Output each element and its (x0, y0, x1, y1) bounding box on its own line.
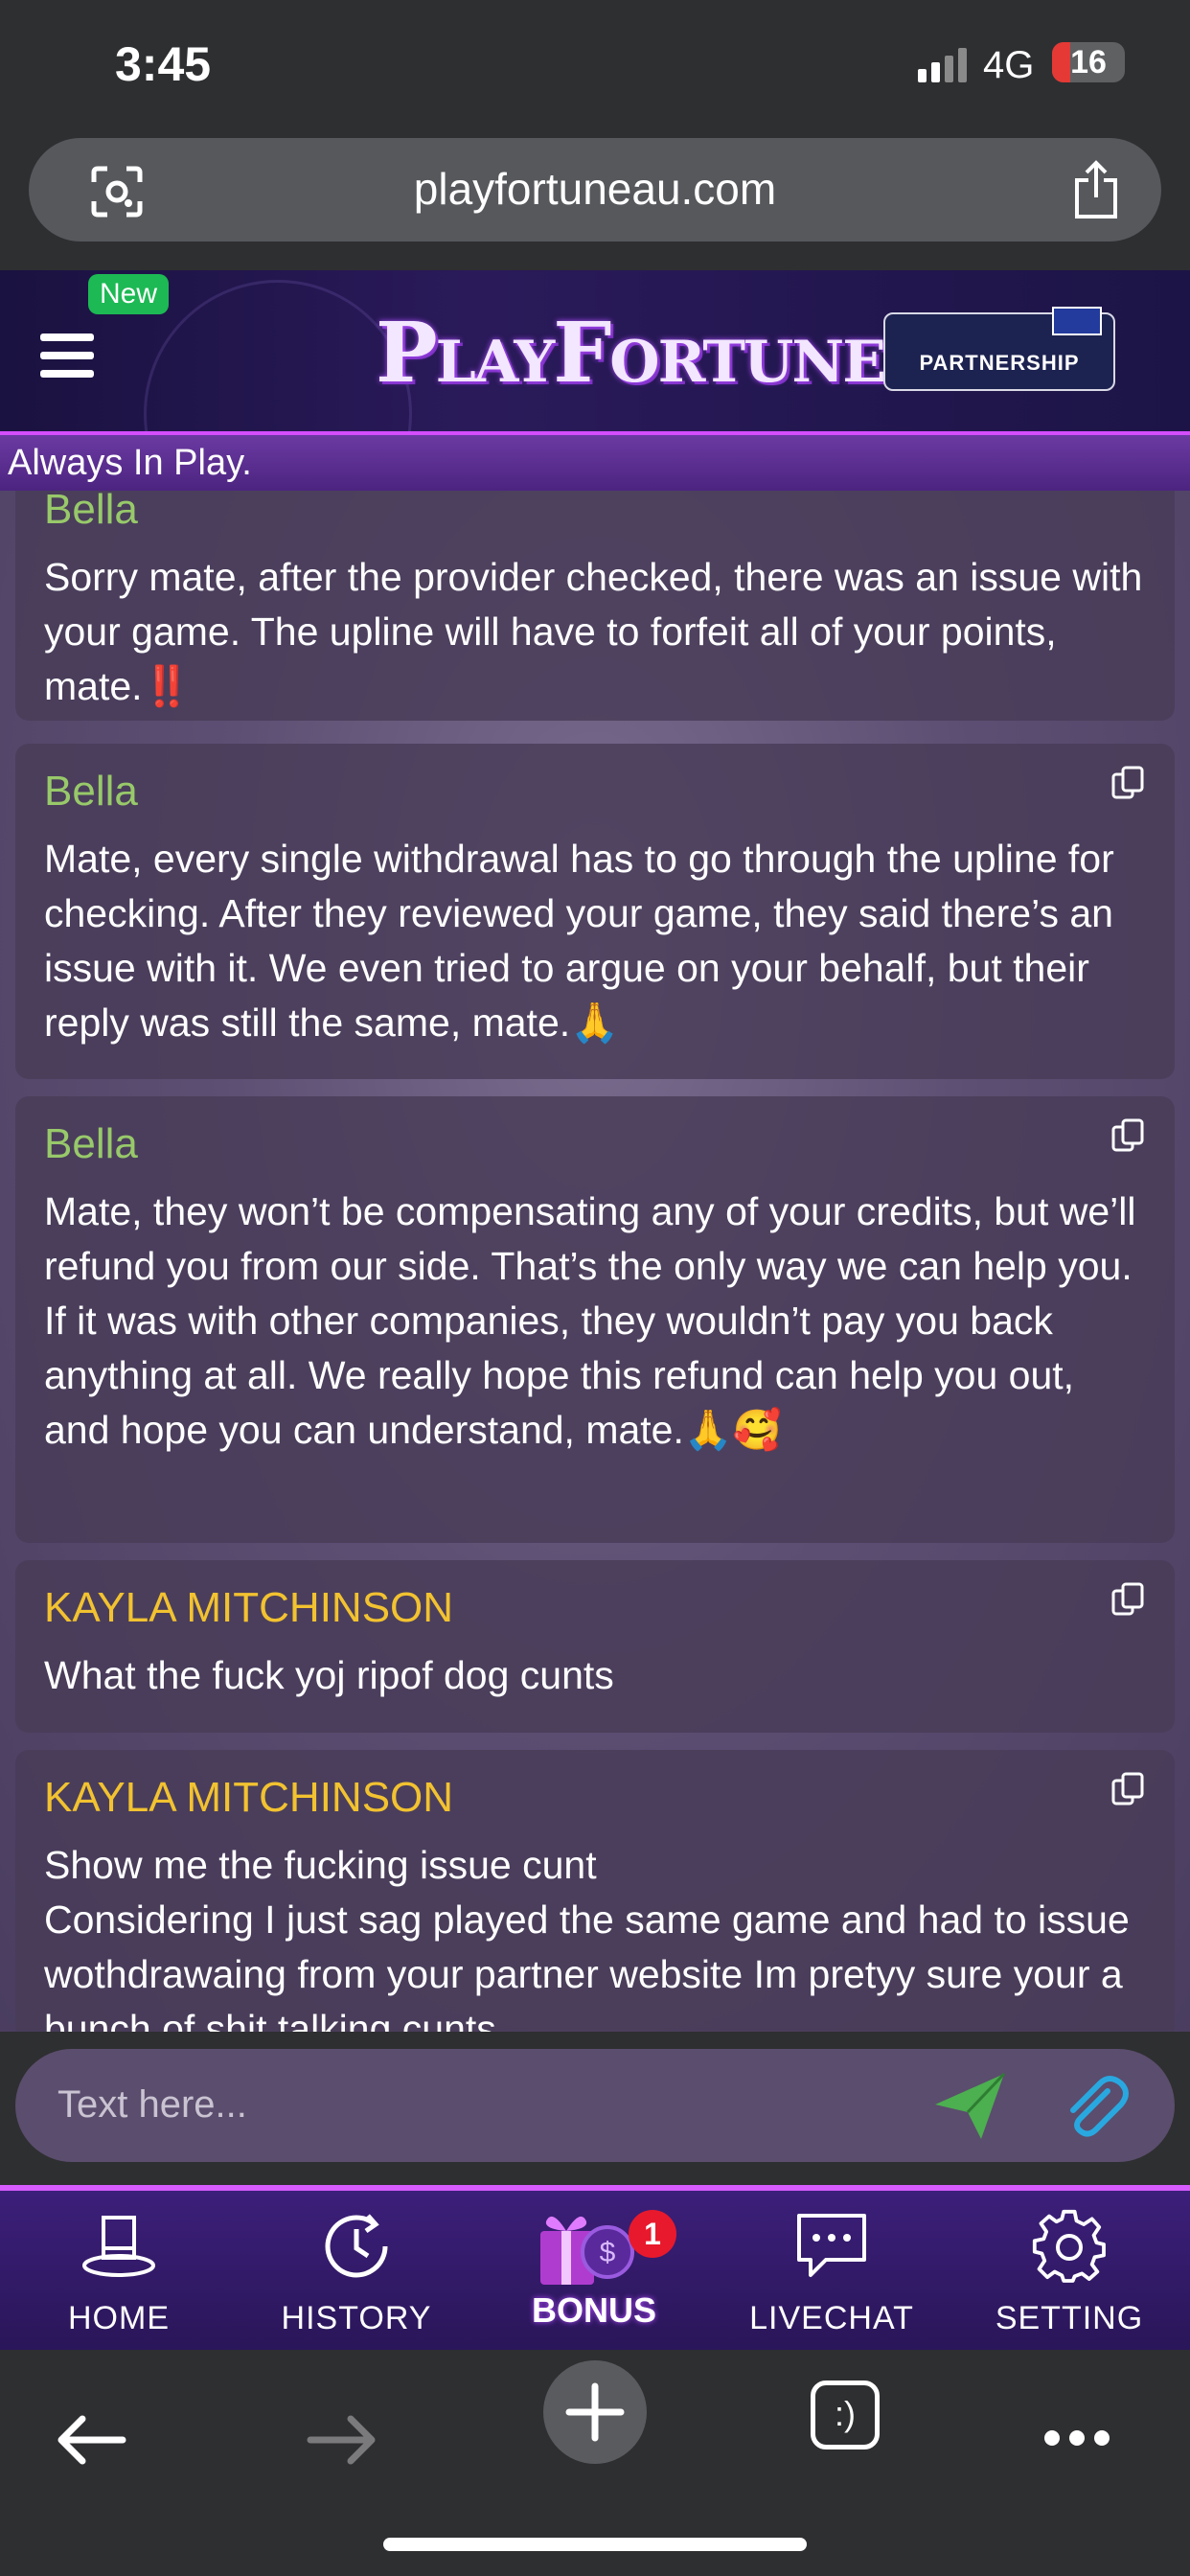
nav-item-history[interactable]: HISTORY (238, 2191, 475, 2350)
message-text: Mate, they won’t be compensating any of … (44, 1189, 1136, 1452)
chat-input-bar (15, 2049, 1175, 2162)
copy-icon[interactable] (1111, 765, 1146, 801)
top-hat-icon (82, 2216, 155, 2277)
copy-icon[interactable] (1111, 1117, 1146, 1154)
back-arrow-icon[interactable] (54, 2413, 126, 2467)
url-text[interactable]: playfortuneau.com (29, 163, 1161, 215)
message-sender: KAYLA MITCHINSON (44, 1774, 454, 1821)
message-text: Sorry mate, after the provider checked, … (44, 555, 1143, 708)
network-type-label: 4G (983, 44, 1035, 86)
nav-label: HISTORY (281, 2300, 432, 2336)
new-badge: New (88, 274, 170, 314)
send-icon[interactable] (931, 2070, 1008, 2143)
status-time: 3:45 (115, 37, 212, 91)
tagline: Always In Play. (8, 443, 252, 483)
nav-item-bonus[interactable]: $ 1 BONUS (475, 2191, 713, 2350)
message-input[interactable] (57, 2076, 901, 2133)
chat-message: KAYLA MITCHINSON Show me the fucking iss… (15, 1750, 1175, 2032)
bonus-notification-badge: 1 (629, 2210, 676, 2258)
partnership-badge[interactable]: PARTNERSHIP (883, 307, 1115, 391)
nav-label: LIVECHAT (749, 2300, 914, 2336)
nav-label: SETTING (995, 2300, 1144, 2336)
nav-label: HOME (68, 2300, 170, 2336)
message-text: Show me the fucking issue cunt Consideri… (44, 1843, 1130, 2032)
battery-indicator: 16 (1052, 42, 1125, 82)
share-icon[interactable] (1069, 159, 1123, 220)
nav-item-home[interactable]: HOME (0, 2191, 238, 2350)
hamburger-menu-icon[interactable] (40, 334, 94, 378)
chat-bubble-icon (797, 2214, 866, 2277)
paperclip-icon[interactable] (1062, 2070, 1129, 2141)
ferris-wheel-decoration (144, 280, 412, 431)
chat-message: KAYLA MITCHINSON What the fuck yoj ripof… (15, 1560, 1175, 1733)
chat-message-list[interactable]: Bella Sorry mate, after the provider che… (0, 491, 1190, 2032)
chat-message: Bella Mate, they won’t be compensating a… (15, 1096, 1175, 1543)
history-clock-icon (325, 2214, 388, 2278)
message-text: What the fuck yoj ripof dog cunts (44, 1653, 614, 1697)
copy-icon[interactable] (1111, 1771, 1146, 1807)
chat-message: Bella Sorry mate, after the provider che… (15, 491, 1175, 721)
nav-item-setting[interactable]: SETTING (950, 2191, 1188, 2350)
gear-icon (1032, 2209, 1106, 2283)
chat-message: Bella Mate, every single withdrawal has … (15, 744, 1175, 1079)
home-indicator (383, 2538, 807, 2551)
new-tab-plus-icon[interactable] (542, 2359, 648, 2465)
tagline-bar: Always In Play. (0, 431, 1190, 491)
tabs-button[interactable]: :) (811, 2380, 880, 2450)
copy-icon[interactable] (1111, 1581, 1146, 1618)
battery-level: 16 (1070, 44, 1107, 80)
svg-text:$: $ (600, 2237, 616, 2268)
nav-item-livechat[interactable]: LIVECHAT (713, 2191, 950, 2350)
bottom-navigation: HOME HISTORY $ 1 BONUS LIVECHAT SETTING (0, 2185, 1190, 2350)
site-header: New PlayFortune PARTNERSHIP (0, 270, 1190, 431)
australia-flag-icon (1052, 307, 1102, 335)
forward-arrow-icon[interactable] (307, 2413, 379, 2467)
partnership-label: PARTNERSHIP (919, 351, 1080, 375)
message-sender: Bella (44, 1120, 138, 1167)
message-text: Mate, every single withdrawal has to go … (44, 837, 1114, 1045)
cellular-signal-icon (918, 48, 967, 82)
message-sender: Bella (44, 491, 138, 533)
message-sender: Bella (44, 768, 138, 815)
more-options-icon[interactable] (1042, 2426, 1111, 2450)
address-bar[interactable]: playfortuneau.com (29, 138, 1161, 242)
nav-label: BONUS (531, 2290, 656, 2330)
site-logo[interactable]: PlayFortune (376, 305, 886, 402)
status-bar: 3:45 4G 16 (0, 0, 1190, 134)
gift-box-icon: $ (540, 2216, 634, 2285)
message-sender: KAYLA MITCHINSON (44, 1584, 454, 1631)
